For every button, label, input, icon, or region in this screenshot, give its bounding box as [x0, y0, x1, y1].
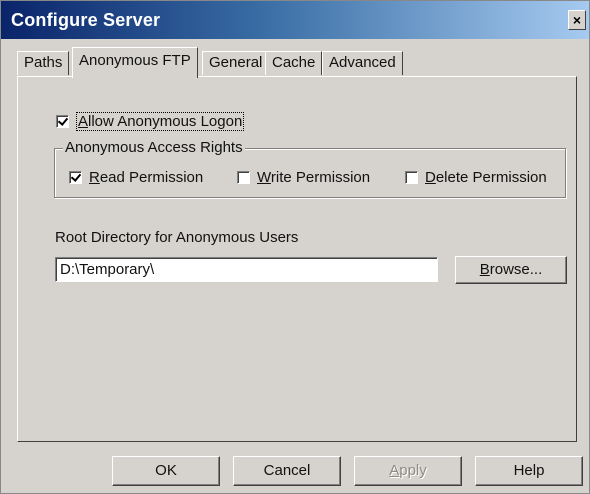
tab-paths[interactable]: Paths: [17, 51, 70, 75]
cancel-button[interactable]: Cancel: [233, 456, 341, 486]
close-button[interactable]: ×: [568, 10, 586, 30]
allow-anonymous-checkbox-box[interactable]: [56, 115, 69, 128]
read-permission-label: Read Permission: [89, 169, 204, 186]
tab-anonymous-ftp[interactable]: Anonymous FTP: [72, 47, 198, 78]
delete-permission-checkbox[interactable]: Delete Permission: [405, 169, 547, 186]
root-directory-input[interactable]: [55, 257, 438, 282]
read-permission-checkbox-box[interactable]: [69, 171, 82, 184]
help-button[interactable]: Help: [475, 456, 583, 486]
ok-button[interactable]: OK: [112, 456, 220, 486]
delete-permission-checkbox-box[interactable]: [405, 171, 418, 184]
allow-anonymous-label: Allow Anonymous Logon: [76, 112, 245, 131]
tab-cache[interactable]: Cache: [265, 51, 323, 75]
apply-button[interactable]: Apply: [354, 456, 462, 486]
tab-general[interactable]: General: [202, 51, 270, 75]
anonymous-access-rights-group: Anonymous Access Rights Read Permission …: [54, 139, 566, 198]
access-rights-title: Anonymous Access Rights: [63, 139, 245, 156]
anonymous-ftp-panel: Allow Anonymous Logon Anonymous Access R…: [17, 76, 577, 442]
write-permission-checkbox[interactable]: Write Permission: [237, 169, 370, 186]
window-title: Configure Server: [11, 10, 161, 30]
title-bar[interactable]: Configure Server ×: [1, 1, 589, 39]
configure-server-dialog: Configure Server × Paths Anonymous FTP G…: [0, 0, 590, 494]
delete-permission-label: Delete Permission: [425, 169, 547, 186]
tab-advanced[interactable]: Advanced: [322, 51, 403, 75]
browse-button[interactable]: Browse...: [455, 256, 567, 284]
allow-anonymous-logon-checkbox[interactable]: Allow Anonymous Logon: [56, 112, 245, 131]
write-permission-label: Write Permission: [257, 169, 371, 186]
write-permission-checkbox-box[interactable]: [237, 171, 250, 184]
read-permission-checkbox[interactable]: Read Permission: [69, 169, 203, 186]
close-icon: ×: [572, 12, 582, 28]
root-directory-label: Root Directory for Anonymous Users: [55, 229, 299, 246]
